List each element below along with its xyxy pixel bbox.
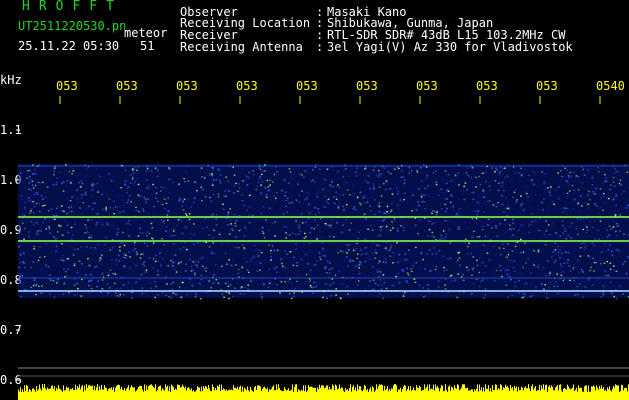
amplitude-bar xyxy=(18,384,629,400)
spectrum-noise xyxy=(18,164,629,300)
spectrogram-window: HROFFT UT2511220530.pn meteor 25.11.22 0… xyxy=(0,0,629,400)
spectrogram-plot xyxy=(16,96,629,400)
